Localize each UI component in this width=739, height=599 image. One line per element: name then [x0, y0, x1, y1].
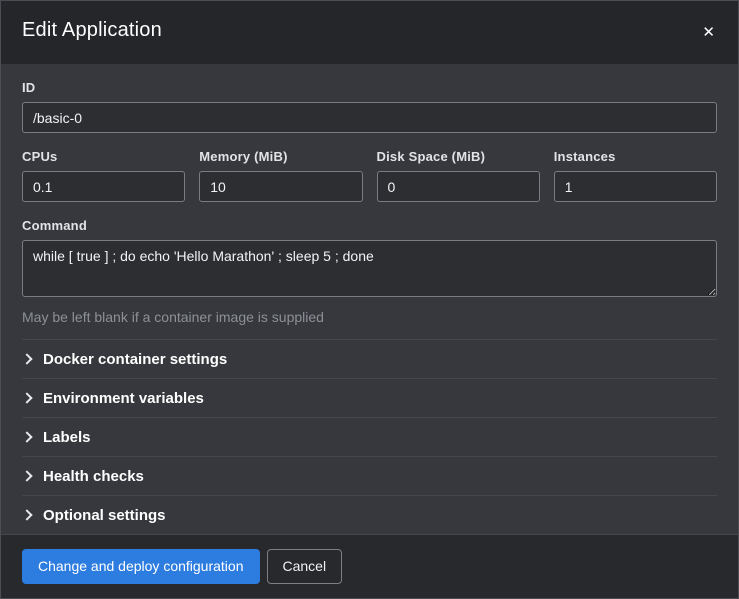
modal-footer: Change and deploy configuration Cancel: [1, 534, 738, 598]
section-docker-container-settings[interactable]: Docker container settings: [22, 339, 717, 378]
section-label: Optional settings: [43, 507, 166, 524]
section-health-checks[interactable]: Health checks: [22, 456, 717, 495]
chevron-right-icon: [21, 509, 32, 520]
cpus-field-group: CPUs: [22, 149, 185, 202]
section-label: Docker container settings: [43, 351, 227, 368]
section-label: Environment variables: [43, 390, 204, 407]
close-icon[interactable]: ✕: [700, 21, 717, 44]
modal-header: Edit Application ✕: [1, 1, 738, 64]
memory-label: Memory (MiB): [199, 149, 362, 164]
disk-input[interactable]: [377, 171, 540, 202]
section-label: Labels: [43, 429, 91, 446]
chevron-right-icon: [21, 431, 32, 442]
collapsible-sections: Docker container settings Environment va…: [22, 339, 717, 534]
command-label: Command: [22, 218, 717, 233]
section-labels[interactable]: Labels: [22, 417, 717, 456]
edit-application-modal: Edit Application ✕ ID CPUs Memory (MiB) …: [0, 0, 739, 599]
section-environment-variables[interactable]: Environment variables: [22, 378, 717, 417]
instances-field-group: Instances: [554, 149, 717, 202]
resources-row: CPUs Memory (MiB) Disk Space (MiB) Insta…: [22, 149, 717, 202]
disk-field-group: Disk Space (MiB): [377, 149, 540, 202]
cpus-label: CPUs: [22, 149, 185, 164]
chevron-right-icon: [21, 353, 32, 364]
section-label: Health checks: [43, 468, 144, 485]
id-label: ID: [22, 80, 717, 95]
cancel-button[interactable]: Cancel: [267, 549, 343, 584]
disk-label: Disk Space (MiB): [377, 149, 540, 164]
command-input[interactable]: while [ true ] ; do echo 'Hello Marathon…: [22, 240, 717, 297]
change-and-deploy-button[interactable]: Change and deploy configuration: [22, 549, 260, 584]
command-field-group: Command while [ true ] ; do echo 'Hello …: [22, 218, 717, 325]
instances-label: Instances: [554, 149, 717, 164]
chevron-right-icon: [21, 470, 32, 481]
modal-body: ID CPUs Memory (MiB) Disk Space (MiB) In…: [1, 64, 738, 534]
instances-input[interactable]: [554, 171, 717, 202]
modal-title: Edit Application: [22, 19, 162, 42]
cpus-input[interactable]: [22, 171, 185, 202]
chevron-right-icon: [21, 392, 32, 403]
id-field-group: ID: [22, 80, 717, 133]
command-help-text: May be left blank if a container image i…: [22, 309, 717, 325]
id-input[interactable]: [22, 102, 717, 133]
section-optional-settings[interactable]: Optional settings: [22, 495, 717, 534]
memory-input[interactable]: [199, 171, 362, 202]
memory-field-group: Memory (MiB): [199, 149, 362, 202]
